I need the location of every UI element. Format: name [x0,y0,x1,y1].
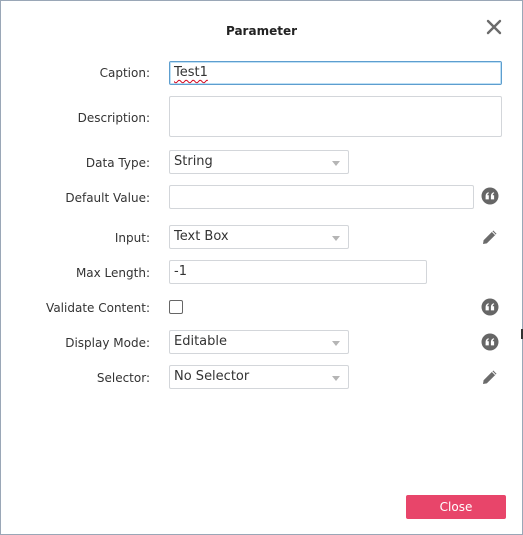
display-mode-select[interactable]: Editable [169,330,349,354]
input-label: Input: [114,231,150,245]
max-length-value: -1 [174,264,187,279]
data-type-label: Data Type: [85,156,150,170]
pencil-icon[interactable] [481,228,499,246]
chevron-down-icon [332,161,340,166]
data-type-select[interactable]: String [169,150,349,174]
selector-select[interactable]: No Selector [169,365,349,389]
description-label: Description: [77,111,150,125]
close-button[interactable]: Close [406,495,506,519]
display-mode-value: Editable [174,334,228,349]
display-mode-label: Display Mode: [65,336,150,350]
quote-icon[interactable] [481,187,499,205]
close-icon[interactable] [485,18,503,36]
caption-label: Caption: [99,66,150,80]
selector-value: No Selector [174,369,250,384]
max-length-label: Max Length: [75,266,150,280]
input-value: Text Box [174,229,229,244]
validate-content-label: Validate Content: [46,301,150,315]
validate-content-checkbox[interactable] [169,300,183,314]
chevron-down-icon [332,236,340,241]
default-value-label: Default Value: [65,191,150,205]
description-textarea[interactable] [169,96,502,137]
input-select[interactable]: Text Box [169,225,349,249]
selector-label: Selector: [96,371,150,385]
max-length-input[interactable]: -1 [169,260,427,284]
quote-icon[interactable] [481,298,499,316]
default-value-input[interactable] [169,185,474,209]
chevron-down-icon [332,376,340,381]
quote-icon[interactable] [481,333,499,351]
data-type-value: String [174,154,213,169]
caption-input[interactable]: Test1 [169,61,502,85]
dialog-title: Parameter [225,24,298,38]
parameter-dialog: Parameter Caption: Test1 Description: Da… [0,0,523,535]
pencil-icon[interactable] [481,368,499,386]
caption-value: Test1 [174,65,208,80]
chevron-down-icon [332,341,340,346]
